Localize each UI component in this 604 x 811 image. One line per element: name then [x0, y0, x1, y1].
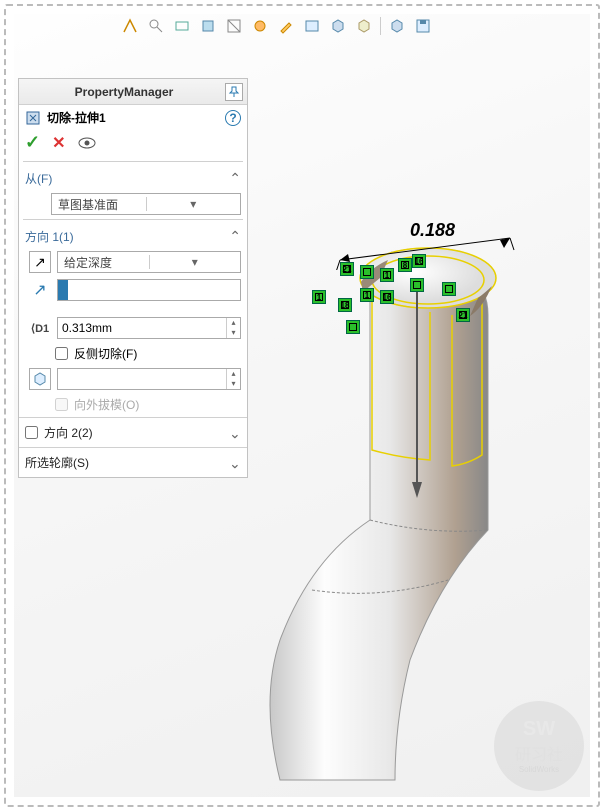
from-section: 从(F) ⌃ 草图基准面 ▾	[19, 162, 247, 219]
direction2-checkbox[interactable]	[25, 426, 38, 439]
scene-icon[interactable]	[302, 16, 322, 36]
feature-name: 切除-拉伸1	[47, 109, 106, 126]
view-icon[interactable]	[172, 16, 192, 36]
help-button[interactable]: ?	[225, 110, 241, 126]
draft-button[interactable]	[29, 368, 51, 390]
direction1-header[interactable]: 方向 1(1) ⌃	[25, 226, 241, 251]
flip-side-row: 反侧切除(F)	[29, 345, 241, 362]
cancel-button[interactable]: ✕	[52, 133, 65, 153]
direction-input[interactable]	[68, 283, 240, 297]
direction2-header[interactable]: 方向 2(2) ⌃	[19, 417, 247, 447]
cut-extrude-icon	[25, 110, 41, 126]
sketch-constraint-icon[interactable]	[410, 278, 424, 292]
view-toolbar	[120, 16, 433, 36]
sketch-constraint-icon[interactable]: 18	[338, 298, 352, 312]
section-icon[interactable]	[224, 16, 244, 36]
pin-button[interactable]	[225, 83, 243, 101]
orient-icon[interactable]	[120, 16, 140, 36]
cube2-icon[interactable]	[354, 16, 374, 36]
depth-input[interactable]	[58, 321, 226, 335]
flip-side-checkbox[interactable]	[55, 347, 68, 360]
pm-header: PropertyManager	[19, 79, 247, 105]
sketch-constraint-icon[interactable]: 8	[398, 258, 412, 272]
sketch-constraint-icon[interactable]: 16	[412, 254, 426, 268]
watermark: SW 研习社 SolidWorks	[494, 701, 584, 791]
property-manager-panel: PropertyManager 切除-拉伸1 ? ✓ ✕ 从(F) ⌃ 草图基准…	[18, 78, 248, 478]
direction-field[interactable]	[57, 279, 241, 301]
preview-icon[interactable]	[78, 137, 96, 149]
confirm-row: ✓ ✕	[19, 130, 247, 161]
reverse-direction-button[interactable]: ↗	[29, 251, 51, 273]
chevron-up-icon: ⌃	[229, 170, 241, 187]
feature-title-row: 切除-拉伸1 ?	[19, 105, 247, 130]
separator	[380, 17, 381, 35]
contours-header[interactable]: 所选轮廓(S) ⌃	[19, 447, 247, 477]
dimension-value[interactable]: 0.188	[410, 220, 455, 241]
draft-input[interactable]	[58, 372, 226, 386]
display-icon[interactable]	[198, 16, 218, 36]
sketch-constraint-icon[interactable]	[346, 320, 360, 334]
zoom-icon[interactable]	[146, 16, 166, 36]
draft-outward-row: 向外拔模(O)	[29, 396, 241, 413]
sketch-constraint-icon[interactable]: 1	[360, 288, 374, 302]
direction1-section: 方向 1(1) ⌃ ↗ 给定深度 ▾ ↗ ⟨D1	[19, 220, 247, 417]
sketch-constraint-icon[interactable]: 21	[456, 308, 470, 322]
depth-field[interactable]: ▴▾	[57, 317, 241, 339]
sketch-constraint-icon[interactable]: 1	[312, 290, 326, 304]
chevron-down-icon[interactable]: ▾	[146, 197, 241, 211]
draft-field[interactable]: ▴▾	[57, 368, 241, 390]
appearance-icon[interactable]	[250, 16, 270, 36]
from-combo[interactable]: 草图基准面 ▾	[51, 193, 241, 215]
sketch-constraint-icon[interactable]	[442, 282, 456, 296]
edit-icon[interactable]	[276, 16, 296, 36]
from-header[interactable]: 从(F) ⌃	[25, 168, 241, 193]
ok-button[interactable]: ✓	[25, 132, 40, 153]
pm-title: PropertyManager	[23, 85, 225, 99]
direction-arrow-icon: ↗	[29, 280, 51, 300]
depth-icon: ⟨D1	[29, 322, 51, 335]
save-icon[interactable]	[413, 16, 433, 36]
sketch-constraint-icon[interactable]: 16	[380, 290, 394, 304]
end-condition-combo[interactable]: 给定深度 ▾	[57, 251, 241, 273]
sketch-constraint-icon[interactable]: 1	[380, 268, 394, 282]
draft-outward-checkbox	[55, 398, 68, 411]
sketch-constraint-icon[interactable]	[360, 265, 374, 279]
cube3-icon[interactable]	[387, 16, 407, 36]
cube1-icon[interactable]	[328, 16, 348, 36]
sketch-constraint-icon[interactable]: 21	[340, 262, 354, 276]
